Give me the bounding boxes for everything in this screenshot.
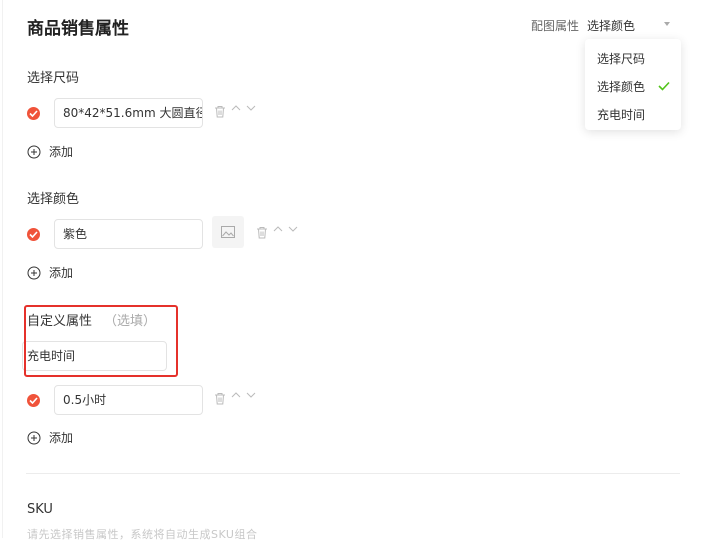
size-value-input[interactable]: 80*42*51.6mm 大圆直径 [54,98,203,128]
page-left-rule [2,0,3,538]
section-divider [26,473,680,474]
check-circle-icon[interactable] [27,394,40,407]
add-label: 添加 [49,145,74,159]
sku-hint-text: 请先选择销售属性，系统将自动生成SKU组合 [27,528,258,541]
page-title: 商品销售属性 [27,19,129,39]
add-label: 添加 [49,431,74,445]
chevron-up-icon[interactable] [231,391,241,399]
trash-icon[interactable] [214,392,226,405]
plus-circle-icon [27,145,41,158]
color-add-button[interactable]: 添加 [27,264,73,281]
size-section-label: 选择尺码 [27,71,80,86]
sku-section-label: SKU [27,502,53,517]
checkmark-icon [658,81,670,91]
custom-add-button[interactable]: 添加 [27,429,73,446]
check-circle-icon[interactable] [27,107,40,120]
dropdown-option-size[interactable]: 选择尺码 [597,50,645,67]
highlight-frame [24,305,178,377]
trash-icon[interactable] [214,105,226,118]
caret-down-icon[interactable] [664,22,670,26]
plus-circle-icon [27,266,41,279]
plus-circle-icon [27,431,41,444]
chevron-down-icon[interactable] [288,225,298,233]
chevron-down-icon[interactable] [246,391,256,399]
add-label: 添加 [49,266,74,280]
check-circle-icon[interactable] [27,228,40,241]
color-section-label: 选择颜色 [27,192,80,207]
image-attr-select[interactable]: 配图属性 选择颜色 [531,17,635,34]
color-image-upload[interactable] [212,216,244,248]
dropdown-option-charge-time[interactable]: 充电时间 [597,106,645,123]
dropdown-option-color[interactable]: 选择颜色 [597,78,645,95]
color-value-input[interactable]: 紫色 [54,219,203,249]
trash-icon[interactable] [256,226,268,239]
chevron-down-icon[interactable] [246,104,256,112]
image-attr-label: 配图属性 [531,19,580,33]
image-attr-value: 选择颜色 [587,19,636,33]
chevron-up-icon[interactable] [231,104,241,112]
chevron-up-icon[interactable] [273,225,283,233]
size-add-button[interactable]: 添加 [27,143,73,160]
custom-value-input[interactable]: 0.5小时 [54,385,203,415]
image-icon [221,226,235,238]
